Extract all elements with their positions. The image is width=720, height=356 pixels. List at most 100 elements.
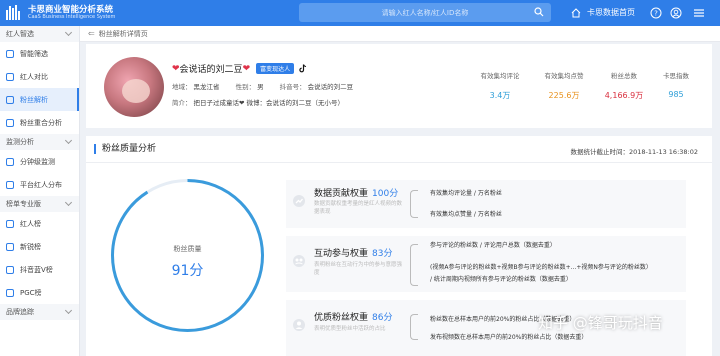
brace	[410, 190, 418, 218]
sidebar-item-rising-rank[interactable]: 新锐榜	[0, 235, 79, 258]
help-icon[interactable]: ?	[650, 7, 662, 19]
score-label: 粉丝质量	[173, 245, 202, 253]
douyin-value: 会说话的刘二豆	[307, 83, 354, 91]
metric-formula: / 统计周期内视频所有参与评论的粉丝数（数据去重）	[430, 276, 572, 283]
chevron-down-icon	[64, 28, 73, 37]
region-value: 黑龙江省	[193, 83, 220, 91]
sidebar-section-label: 品牌追踪	[6, 308, 34, 316]
interaction-icon	[293, 255, 305, 267]
sidebar-section-label: 榜单专业版	[6, 200, 41, 208]
sidebar-section-label: 红人智选	[6, 30, 34, 38]
stat-date-value: 2018-11-13 16:38:02	[628, 148, 698, 156]
search-placeholder: 请输入红人名称/红人ID名称	[381, 8, 469, 17]
chevron-down-icon	[64, 198, 73, 207]
home-icon	[571, 7, 581, 17]
distribution-icon	[6, 180, 14, 189]
metric-weight: 100分	[372, 189, 399, 199]
metric-name-text: 优质粉丝权重	[314, 313, 369, 323]
new-icon	[6, 242, 14, 251]
menu-icon[interactable]	[693, 7, 705, 19]
metric-description: 表明粉丝在互动行为中的参与意愿强度	[314, 262, 403, 276]
sidebar-item-label: 平台红人分布	[20, 180, 62, 189]
premium-fans-icon	[293, 319, 305, 331]
metric-name-text: 互动参与权重	[314, 249, 369, 259]
pgc-icon	[6, 288, 14, 297]
chevron-down-icon	[64, 306, 73, 315]
sidebar-item-label: 智能筛选	[20, 49, 48, 58]
chevron-down-icon	[64, 136, 73, 145]
metric-formula: 有效集均评论量 / 万名粉丝	[430, 190, 502, 197]
top-bar: 卡思商业智能分析系统 CaaS Business Intelligence Sy…	[0, 0, 720, 26]
contribution-icon	[293, 195, 305, 207]
sidebar-section-monitor[interactable]: 监测分析	[0, 134, 79, 150]
sidebar-item-influencer-rank[interactable]: 红人榜	[0, 212, 79, 235]
app-title: 卡思商业智能分析系统	[28, 4, 114, 15]
metric-formula: (视频A参与评论的粉丝数+视频B参与评论的粉丝数+...+视频N参与评论的粉丝数…	[430, 264, 652, 271]
brace	[410, 244, 418, 286]
metric-description: 数据贡献权重考量的是红人视频的数据表现	[314, 201, 403, 215]
profile-card: ❤ 会说话的刘二豆 ❤ 富变现达人 地域： 黑龙江省 性别：男 抖音号： 会说话的刘…	[86, 44, 712, 128]
sidebar-item-label: 新锐榜	[20, 242, 41, 251]
metric-contribution: 数据贡献权重 100分 数据贡献权重考量的是红人视频的数据表现 有效集均评论量 /…	[286, 180, 686, 228]
metric-formula: 发布视频数在总样本用户的前20%的粉丝占比（数据去重）	[430, 334, 588, 341]
svg-text:?: ?	[654, 10, 658, 18]
sidebar: 红人智选 智能筛选 红人对比 粉丝解析 粉丝重合分析 监测分析 分钟级监测 平台…	[0, 26, 80, 356]
sidebar-item-fans-overlap[interactable]: 粉丝重合分析	[0, 111, 79, 134]
profile-name-row: ❤ 会说话的刘二豆 ❤ 富变现达人	[172, 62, 307, 75]
metric-formula: 有效集均点赞量 / 万名粉丝	[430, 211, 502, 218]
app-logo[interactable]: 卡思商业智能分析系统 CaaS Business Intelligence Sy…	[4, 4, 115, 22]
sidebar-item-compare[interactable]: 红人对比	[0, 65, 79, 88]
search-input[interactable]: 请输入红人名称/红人ID名称	[299, 3, 551, 22]
sidebar-section-label: 监测分析	[6, 138, 34, 146]
sidebar-item-label: PGC榜	[20, 288, 42, 297]
sidebar-item-label: 粉丝解析	[20, 95, 48, 104]
stat-date: 数据统计截止时间：2018-11-13 16:38:02	[570, 146, 698, 156]
metric-weight: 86分	[372, 313, 393, 323]
home-link[interactable]: 卡思数据首页	[571, 7, 635, 18]
metric-name: 优质粉丝权重 86分	[314, 310, 392, 323]
home-link-label: 卡思数据首页	[587, 8, 635, 17]
sidebar-section-rankings[interactable]: 榜单专业版	[0, 196, 79, 212]
back-arrow-icon[interactable]: ⇐	[88, 29, 95, 38]
search-icon[interactable]	[534, 7, 544, 17]
sidebar-item-fans-analysis[interactable]: 粉丝解析	[0, 88, 79, 111]
heart-prefix: ❤	[172, 63, 180, 74]
sidebar-item-label: 粉丝重合分析	[20, 118, 62, 127]
profile-intro-row: 简介： 把日子过成童话❤ 微博：会说话的刘二豆（无小号）	[172, 97, 344, 107]
metric-name: 互动参与权重 83分	[314, 246, 392, 259]
sidebar-section-brand[interactable]: 品牌追踪	[0, 304, 79, 320]
compare-icon	[6, 72, 14, 81]
overlap-icon	[6, 118, 14, 127]
fan-quality-ring-arc	[111, 179, 264, 332]
divider	[86, 162, 712, 163]
tiktok-icon	[299, 64, 307, 73]
sidebar-item-smart-filter[interactable]: 智能筛选	[0, 42, 79, 65]
sidebar-item-label: 红人榜	[20, 219, 41, 228]
intro-value: 把日子过成童话❤ 微博：会说话的刘二豆（无小号）	[193, 99, 345, 107]
douyin-label: 抖音号：	[279, 83, 306, 91]
stat-date-label: 数据统计截止时间：	[570, 148, 629, 156]
metric-name: 数据贡献权重 100分	[314, 186, 398, 199]
sidebar-item-minute-monitor[interactable]: 分钟级监测	[0, 150, 79, 173]
fans-icon	[6, 95, 14, 104]
sidebar-section-smart-pick[interactable]: 红人智选	[0, 26, 79, 42]
sidebar-item-pgc-rank[interactable]: PGC榜	[0, 281, 79, 304]
sidebar-item-label: 抖音蓝V榜	[20, 265, 53, 274]
brace	[410, 314, 418, 340]
rank-icon	[6, 219, 14, 228]
score-value: 91分	[171, 263, 204, 279]
user-icon[interactable]	[670, 7, 682, 19]
metric-interaction: 互动参与权重 83分 表明粉丝在互动行为中的参与意愿强度 参与评论的粉丝数 / 评…	[286, 236, 686, 292]
breadcrumb-label: 粉丝解析详情页	[98, 29, 148, 38]
bluev-icon	[6, 265, 14, 274]
stat-caas-index: 卡思指数 985	[636, 70, 716, 99]
gender-label: 性别：	[235, 83, 256, 91]
metric-weight: 83分	[372, 249, 393, 259]
watermark: 知乎 @锋哥玩抖音	[538, 314, 663, 332]
region-label: 地域：	[172, 83, 192, 91]
sidebar-item-label: 红人对比	[20, 72, 48, 81]
sidebar-item-bluev-rank[interactable]: 抖音蓝V榜	[0, 258, 79, 281]
sidebar-item-distribution[interactable]: 平台红人分布	[0, 173, 79, 196]
card-title: 粉丝质量分析	[94, 144, 156, 154]
metric-formula: 参与评论的粉丝数 / 评论用户总数（数据去重）	[430, 242, 556, 249]
